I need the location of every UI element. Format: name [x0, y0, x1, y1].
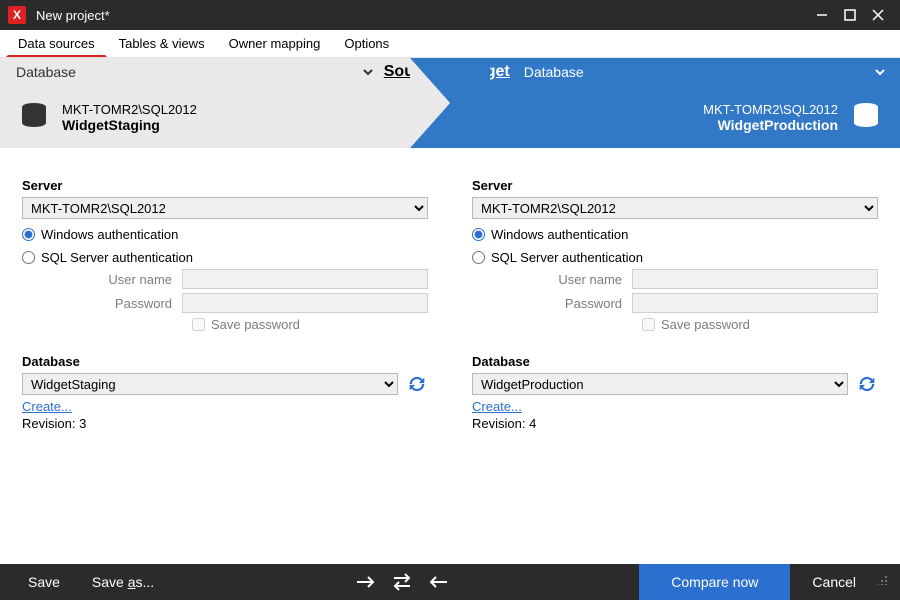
target-windows-auth[interactable]: Windows authentication	[472, 227, 878, 242]
swap-button[interactable]	[384, 564, 420, 600]
source-username-input[interactable]	[182, 269, 428, 289]
tab-data-sources[interactable]: Data sources	[6, 30, 107, 57]
copy-right-button[interactable]	[348, 564, 384, 600]
target-db-label: WidgetProduction	[703, 117, 838, 133]
database-icon	[18, 101, 50, 133]
server-label: Server	[472, 178, 878, 193]
main-area: Server MKT-TOMR2\SQL2012 Windows authent…	[0, 148, 900, 564]
maximize-button[interactable]	[836, 1, 864, 29]
target-sql-auth[interactable]: SQL Server authentication	[472, 250, 878, 265]
target-panel: Server MKT-TOMR2\SQL2012 Windows authent…	[450, 148, 900, 564]
tab-tables-views[interactable]: Tables & views	[107, 30, 217, 57]
source-target-header: Database Source MKT-TOMR2\SQL2012 Widget…	[0, 58, 900, 148]
save-button[interactable]: Save	[12, 564, 76, 600]
window-title: New project*	[36, 8, 808, 23]
target-heading: Target	[462, 63, 510, 81]
refresh-icon[interactable]	[406, 373, 428, 395]
database-label: Database	[22, 354, 428, 369]
target-type-select[interactable]: Database	[520, 61, 888, 83]
compare-now-button[interactable]: Compare now	[639, 564, 790, 600]
resize-grip[interactable]	[872, 575, 888, 589]
source-db-label: WidgetStaging	[62, 117, 197, 133]
source-heading: Source	[384, 63, 438, 81]
titlebar: X New project*	[0, 0, 900, 30]
database-label: Database	[472, 354, 878, 369]
copy-left-button[interactable]	[420, 564, 456, 600]
target-password-input[interactable]	[632, 293, 878, 313]
target-database-input[interactable]: WidgetProduction	[472, 373, 848, 395]
source-sql-auth[interactable]: SQL Server authentication	[22, 250, 428, 265]
target-server-input[interactable]: MKT-TOMR2\SQL2012	[472, 197, 878, 219]
source-create-link[interactable]: Create...	[22, 399, 72, 414]
source-windows-auth[interactable]: Windows authentication	[22, 227, 428, 242]
source-panel: Server MKT-TOMR2\SQL2012 Windows authent…	[0, 148, 450, 564]
database-icon	[850, 101, 882, 133]
target-username-input[interactable]	[632, 269, 878, 289]
minimize-button[interactable]	[808, 1, 836, 29]
close-button[interactable]	[864, 1, 892, 29]
source-password-input[interactable]	[182, 293, 428, 313]
server-label: Server	[22, 178, 428, 193]
cancel-button[interactable]: Cancel	[796, 564, 872, 600]
source-save-password[interactable]: Save password	[192, 317, 428, 332]
target-server-label: MKT-TOMR2\SQL2012	[703, 102, 838, 117]
source-server-label: MKT-TOMR2\SQL2012	[62, 102, 197, 117]
source-server-input[interactable]: MKT-TOMR2\SQL2012	[22, 197, 428, 219]
tab-options[interactable]: Options	[332, 30, 401, 57]
target-create-link[interactable]: Create...	[472, 399, 522, 414]
save-as-button[interactable]: Save as...	[76, 564, 170, 600]
refresh-icon[interactable]	[856, 373, 878, 395]
source-revision: Revision: 3	[22, 416, 428, 431]
tab-owner-mapping[interactable]: Owner mapping	[217, 30, 333, 57]
target-revision: Revision: 4	[472, 416, 878, 431]
target-save-password[interactable]: Save password	[642, 317, 878, 332]
tab-bar: Data sources Tables & views Owner mappin…	[0, 30, 900, 58]
app-logo: X	[8, 6, 26, 24]
source-type-select[interactable]: Database	[12, 61, 376, 83]
footer-bar: Save Save as... Compare now Cancel	[0, 564, 900, 600]
source-database-input[interactable]: WidgetStaging	[22, 373, 398, 395]
